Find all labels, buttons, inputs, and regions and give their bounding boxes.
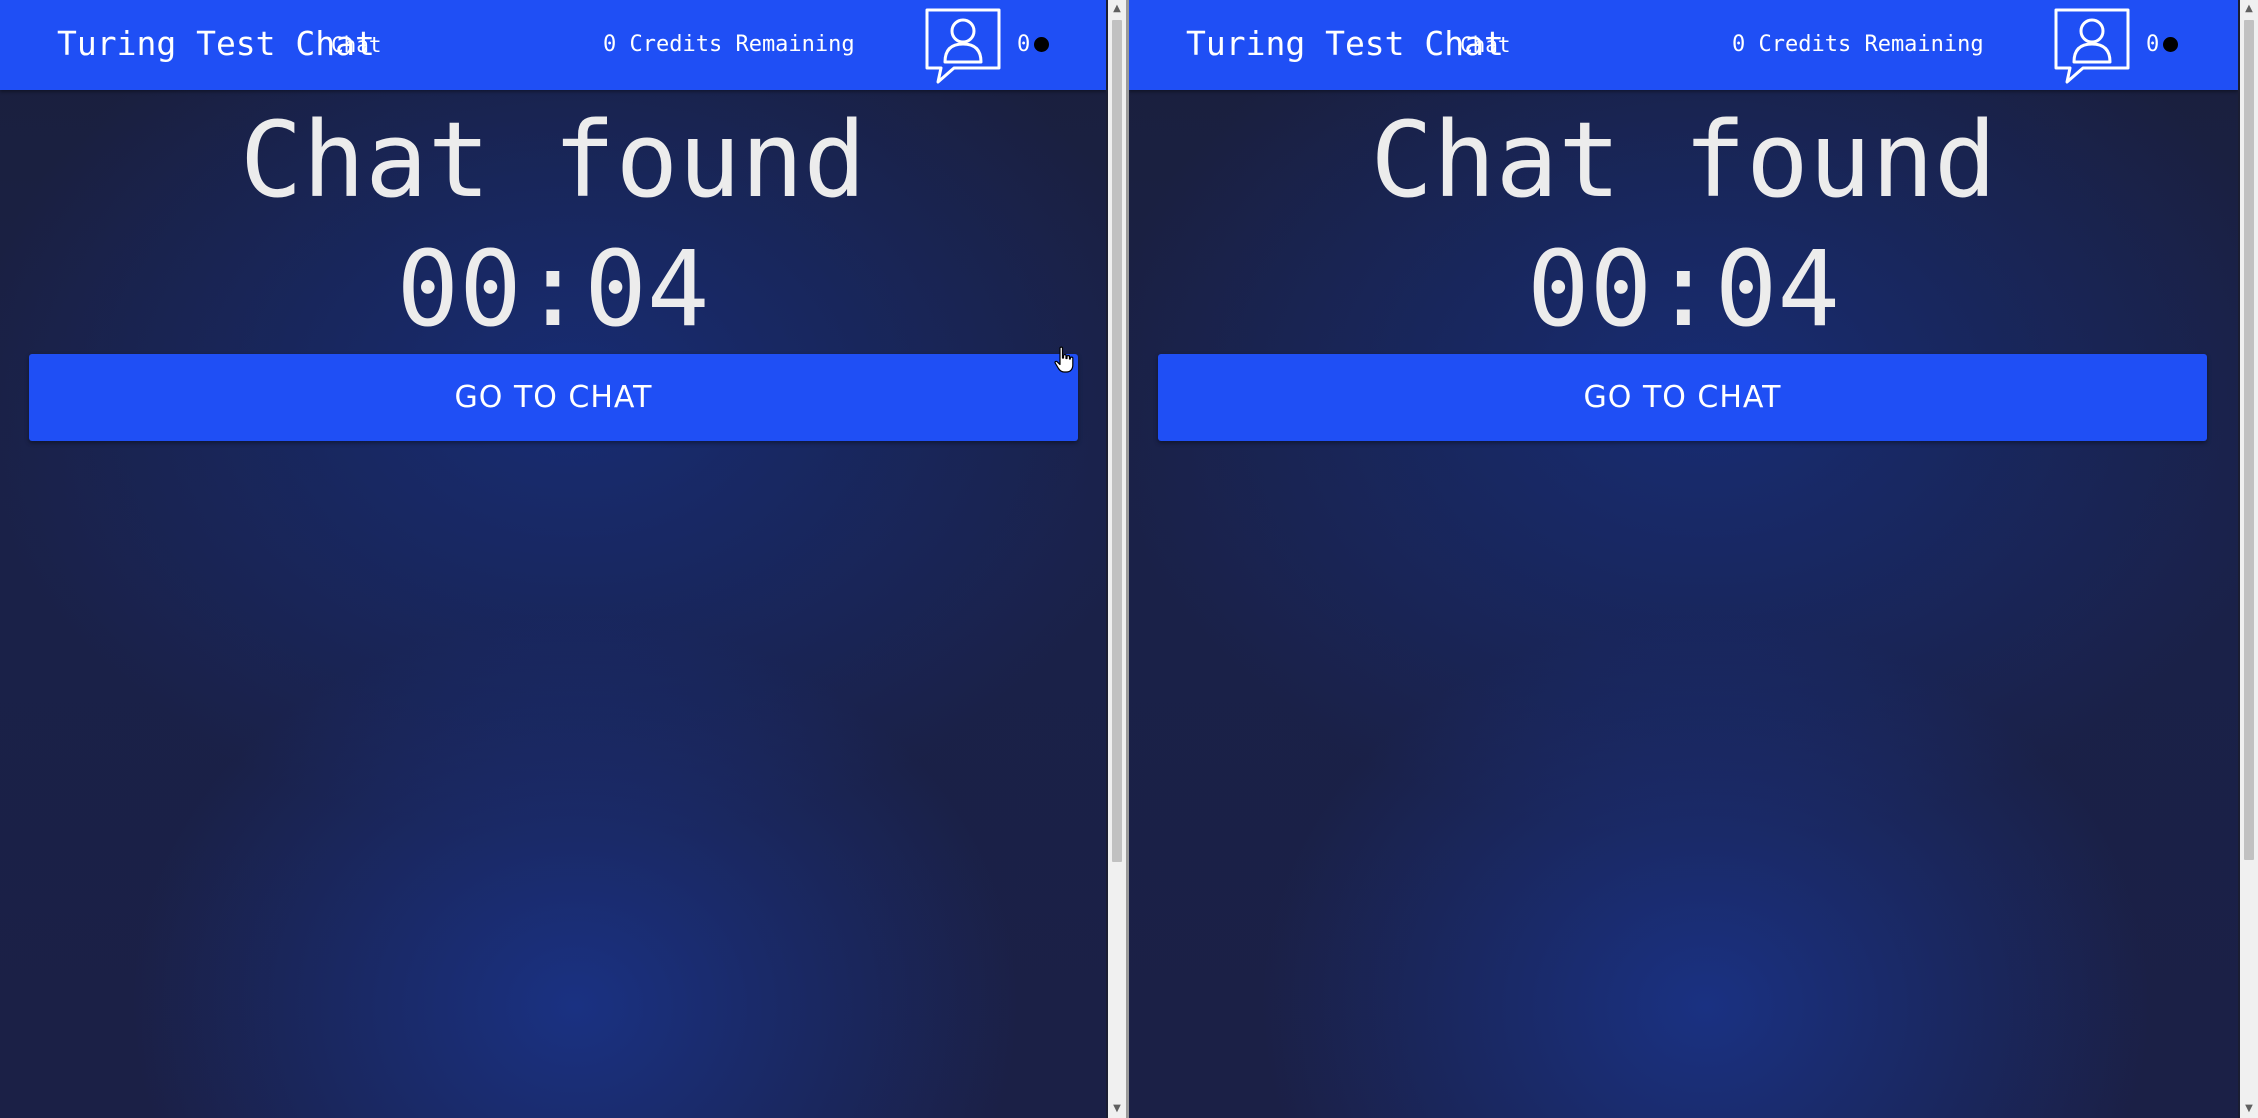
user-chat-bubble-icon[interactable] [2053,7,2131,85]
credits-remaining: 0 Credits Remaining [603,32,855,57]
hand-pointer-cursor-icon [1054,346,1074,373]
count-value: 0 [2146,32,2160,57]
scroll-up-arrow-icon[interactable]: ▲ [2240,0,2258,18]
count-value: 0 [1017,32,1031,57]
scroll-down-arrow-icon[interactable]: ▼ [2240,1100,2258,1118]
chat-nav-link[interactable]: Chat [1460,30,1511,60]
right-window: Turing Test Chat Chat 0 Credits Remainin… [1129,0,2238,1118]
right-scrollbar[interactable]: ▲ ▼ [2240,0,2258,1118]
scroll-up-arrow-icon[interactable]: ▲ [1108,0,1126,18]
scrollbar-thumb[interactable] [1112,20,1122,862]
status-dot [2163,37,2178,52]
brand-title[interactable]: Turing Test Chat [1186,22,1504,66]
brand-title[interactable]: Turing Test Chat [57,22,375,66]
navbar: Turing Test Chat Chat 0 Credits Remainin… [0,0,1106,90]
chat-found-heading: Chat found [1370,99,1997,221]
user-chat-bubble-icon[interactable] [924,7,1002,85]
left-scrollbar[interactable]: ▲ ▼ [1108,0,1126,1118]
countdown-timer: 00:04 [1526,228,1841,350]
status-dot [1034,37,1049,52]
go-to-chat-button[interactable]: GO TO CHAT [1158,354,2207,441]
credits-remaining: 0 Credits Remaining [1732,32,1984,57]
chat-found-heading: Chat found [239,99,867,221]
chat-nav-link[interactable]: Chat [331,30,382,60]
navbar: Turing Test Chat Chat 0 Credits Remainin… [1129,0,2238,90]
screen: Turing Test Chat Chat 0 Credits Remainin… [0,0,2258,1118]
scrollbar-thumb[interactable] [2244,20,2254,860]
countdown-timer: 00:04 [396,228,710,350]
left-window: Turing Test Chat Chat 0 Credits Remainin… [0,0,1106,1118]
go-to-chat-button[interactable]: GO TO CHAT [29,354,1078,441]
scroll-down-arrow-icon[interactable]: ▼ [1108,1100,1126,1118]
